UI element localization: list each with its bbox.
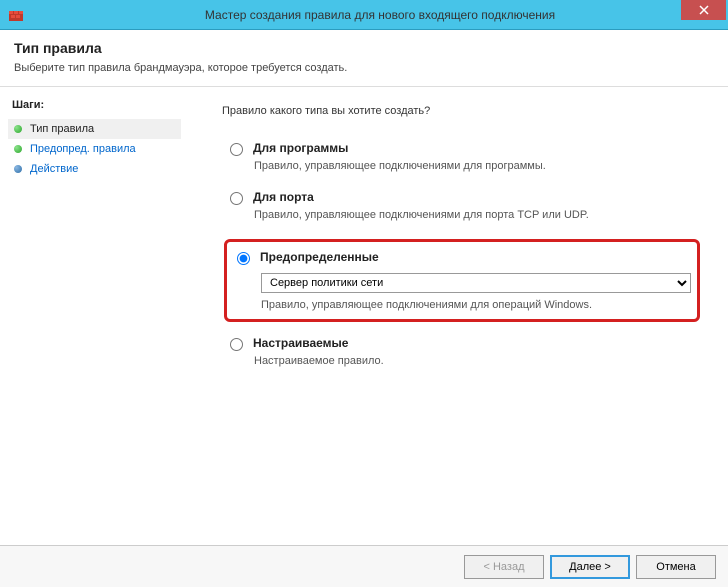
radio-predefined[interactable] <box>237 252 250 265</box>
prompt-text: Правило какого типа вы хотите создать? <box>222 105 700 117</box>
option-label: Для программы <box>253 141 348 155</box>
option-desc: Правило, управляющее подключениями для п… <box>254 209 700 221</box>
cancel-button[interactable]: Отмена <box>636 555 716 579</box>
titlebar: Мастер создания правила для нового входя… <box>0 0 728 30</box>
option-custom: Настраиваемые Настраиваемое правило. <box>222 336 700 367</box>
step-predefined-rules[interactable]: Предопред. правила <box>8 139 181 159</box>
option-label: Для порта <box>253 190 314 204</box>
wizard-footer: < Назад Далее > Отмена <box>0 545 728 587</box>
bullet-icon <box>14 165 22 173</box>
wizard-main: Правило какого типа вы хотите создать? Д… <box>190 87 728 557</box>
option-label: Настраиваемые <box>253 336 348 350</box>
radio-custom[interactable] <box>230 338 243 351</box>
highlight-annotation: Предопределенные Сервер политики сети Пр… <box>224 239 700 322</box>
option-desc: Правило, управляющее подключениями для п… <box>254 160 700 172</box>
radio-port[interactable] <box>230 192 243 205</box>
option-predefined: Предопределенные Сервер политики сети Пр… <box>229 250 691 311</box>
wizard-sidebar: Шаги: Тип правила Предопред. правила Дей… <box>0 87 190 557</box>
close-button[interactable] <box>681 0 726 20</box>
page-title: Тип правила <box>14 40 714 56</box>
back-button[interactable]: < Назад <box>464 555 544 579</box>
step-label: Действие <box>30 163 78 175</box>
option-desc: Настраиваемое правило. <box>254 355 700 367</box>
steps-heading: Шаги: <box>12 99 177 111</box>
option-label: Предопределенные <box>260 250 379 264</box>
bullet-icon <box>14 125 22 133</box>
step-label: Тип правила <box>30 123 94 135</box>
step-label: Предопред. правила <box>30 143 136 155</box>
bullet-icon <box>14 145 22 153</box>
firewall-icon <box>8 7 24 23</box>
option-desc: Правило, управляющее подключениями для о… <box>261 299 691 311</box>
radio-program[interactable] <box>230 143 243 156</box>
step-rule-type[interactable]: Тип правила <box>8 119 181 139</box>
window-title: Мастер создания правила для нового входя… <box>32 8 728 22</box>
page-subtitle: Выберите тип правила брандмауэра, которо… <box>14 62 714 74</box>
option-port: Для порта Правило, управляющее подключен… <box>222 190 700 221</box>
wizard-header: Тип правила Выберите тип правила брандма… <box>0 30 728 87</box>
step-action[interactable]: Действие <box>8 159 181 179</box>
option-program: Для программы Правило, управляющее подкл… <box>222 141 700 172</box>
next-button[interactable]: Далее > <box>550 555 630 579</box>
predefined-select[interactable]: Сервер политики сети <box>261 273 691 293</box>
